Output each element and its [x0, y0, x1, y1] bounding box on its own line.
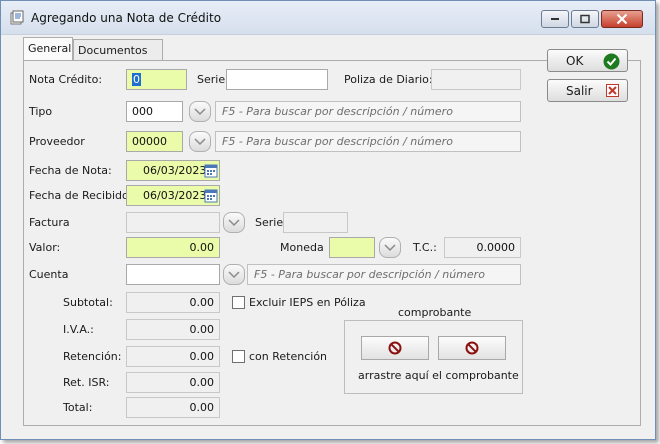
factura-field	[126, 212, 220, 233]
valor-label: Valor:	[29, 241, 61, 254]
minimize-button[interactable]	[541, 10, 569, 28]
maximize-button[interactable]	[571, 10, 599, 28]
fecha-recibido-label: Fecha de Recibido:	[29, 189, 133, 202]
checkmark-icon	[603, 53, 620, 70]
nota-credito-field[interactable]: 0	[126, 69, 187, 90]
proveedor-field[interactable]: 00000	[126, 131, 183, 152]
tipo-hint[interactable]: F5 - Para buscar por descripción / númer…	[215, 101, 521, 122]
tc-label: T.C.:	[413, 241, 437, 254]
window-title: Agregando una Nota de Crédito	[31, 11, 222, 25]
iva-field: 0.00	[126, 319, 220, 340]
ok-label: OK	[566, 54, 584, 68]
tab-general[interactable]: General	[23, 37, 73, 61]
close-button[interactable]	[601, 10, 643, 28]
serie-field[interactable]	[226, 69, 328, 90]
tab-documentos[interactable]: Documentos	[73, 39, 163, 61]
nota-credito-label: Nota Crédito:	[29, 73, 103, 86]
exit-icon	[606, 84, 619, 97]
prohibited-icon	[388, 341, 402, 355]
moneda-field[interactable]	[329, 237, 375, 258]
retencion-label: Retención:	[63, 350, 122, 363]
nota-credito-value: 0	[132, 73, 141, 86]
ret-isr-field: 0.00	[126, 372, 220, 393]
tipo-label: Tipo	[29, 105, 53, 118]
ok-button[interactable]: OK	[547, 49, 628, 72]
proveedor-dropdown-button[interactable]	[189, 131, 211, 152]
cuenta-hint[interactable]: F5 - Para buscar por descripción / númer…	[247, 264, 521, 285]
chevron-down-icon	[194, 138, 206, 146]
chevron-down-icon	[384, 244, 396, 252]
moneda-dropdown-button[interactable]	[379, 237, 401, 258]
subtotal-label: Subtotal:	[63, 296, 113, 309]
excluir-ieps-checkbox[interactable]	[232, 296, 245, 309]
tipo-dropdown-button[interactable]	[189, 101, 211, 122]
total-field: 0.00	[126, 397, 220, 418]
moneda-label: Moneda	[280, 241, 324, 254]
retencion-field: 0.00	[126, 346, 220, 367]
calendar-icon[interactable]	[204, 188, 218, 203]
tc-field: 0.0000	[444, 237, 521, 258]
calendar-icon[interactable]	[204, 163, 218, 178]
tipo-field[interactable]: 000	[126, 101, 183, 122]
comprobante-title: comprobante	[398, 306, 472, 319]
fecha-nota-value: 06/03/2023	[143, 164, 207, 177]
excluir-ieps-label: Excluir IEPS en Póliza	[249, 296, 366, 309]
proveedor-label: Proveedor	[29, 135, 85, 148]
ret-isr-label: Ret. ISR:	[63, 376, 110, 389]
serie-label: Serie	[197, 73, 226, 86]
salir-button[interactable]: Salir	[547, 79, 628, 102]
factura-label: Factura	[29, 216, 70, 229]
dialog-window: Agregando una Nota de Crédito General Do…	[0, 0, 656, 440]
comprobante-drop-text: arrastre aquí el comprobante	[358, 369, 519, 382]
chevron-down-icon	[194, 108, 206, 116]
con-retencion-checkbox[interactable]	[232, 350, 245, 363]
iva-label: I.V.A.:	[63, 323, 94, 336]
poliza-label: Poliza de Diario:	[344, 73, 433, 86]
poliza-field	[431, 69, 521, 90]
fecha-recibido-value: 06/03/2023	[143, 189, 207, 202]
cuenta-field[interactable]	[126, 264, 220, 285]
con-retencion-label: con Retención	[249, 350, 328, 363]
notes-icon	[9, 10, 25, 26]
comprobante-button-2[interactable]	[438, 336, 506, 360]
chevron-down-icon	[228, 271, 240, 279]
proveedor-hint[interactable]: F5 - Para buscar por descripción / númer…	[215, 131, 521, 152]
subtotal-field: 0.00	[126, 292, 220, 313]
prohibited-icon	[465, 341, 479, 355]
cuenta-label: Cuenta	[29, 268, 69, 281]
valor-field[interactable]: 0.00	[126, 237, 220, 258]
fecha-nota-label: Fecha de Nota:	[29, 164, 112, 177]
comprobante-button-1[interactable]	[361, 336, 429, 360]
chevron-down-icon	[228, 219, 240, 227]
salir-label: Salir	[566, 84, 593, 98]
title-bar: Agregando una Nota de Crédito	[1, 1, 655, 35]
cuenta-dropdown-button[interactable]	[223, 264, 245, 285]
total-label: Total:	[63, 401, 93, 414]
factura-serie-label: Serie	[255, 216, 284, 229]
factura-serie-field	[283, 212, 348, 233]
factura-dropdown-button[interactable]	[223, 212, 245, 233]
